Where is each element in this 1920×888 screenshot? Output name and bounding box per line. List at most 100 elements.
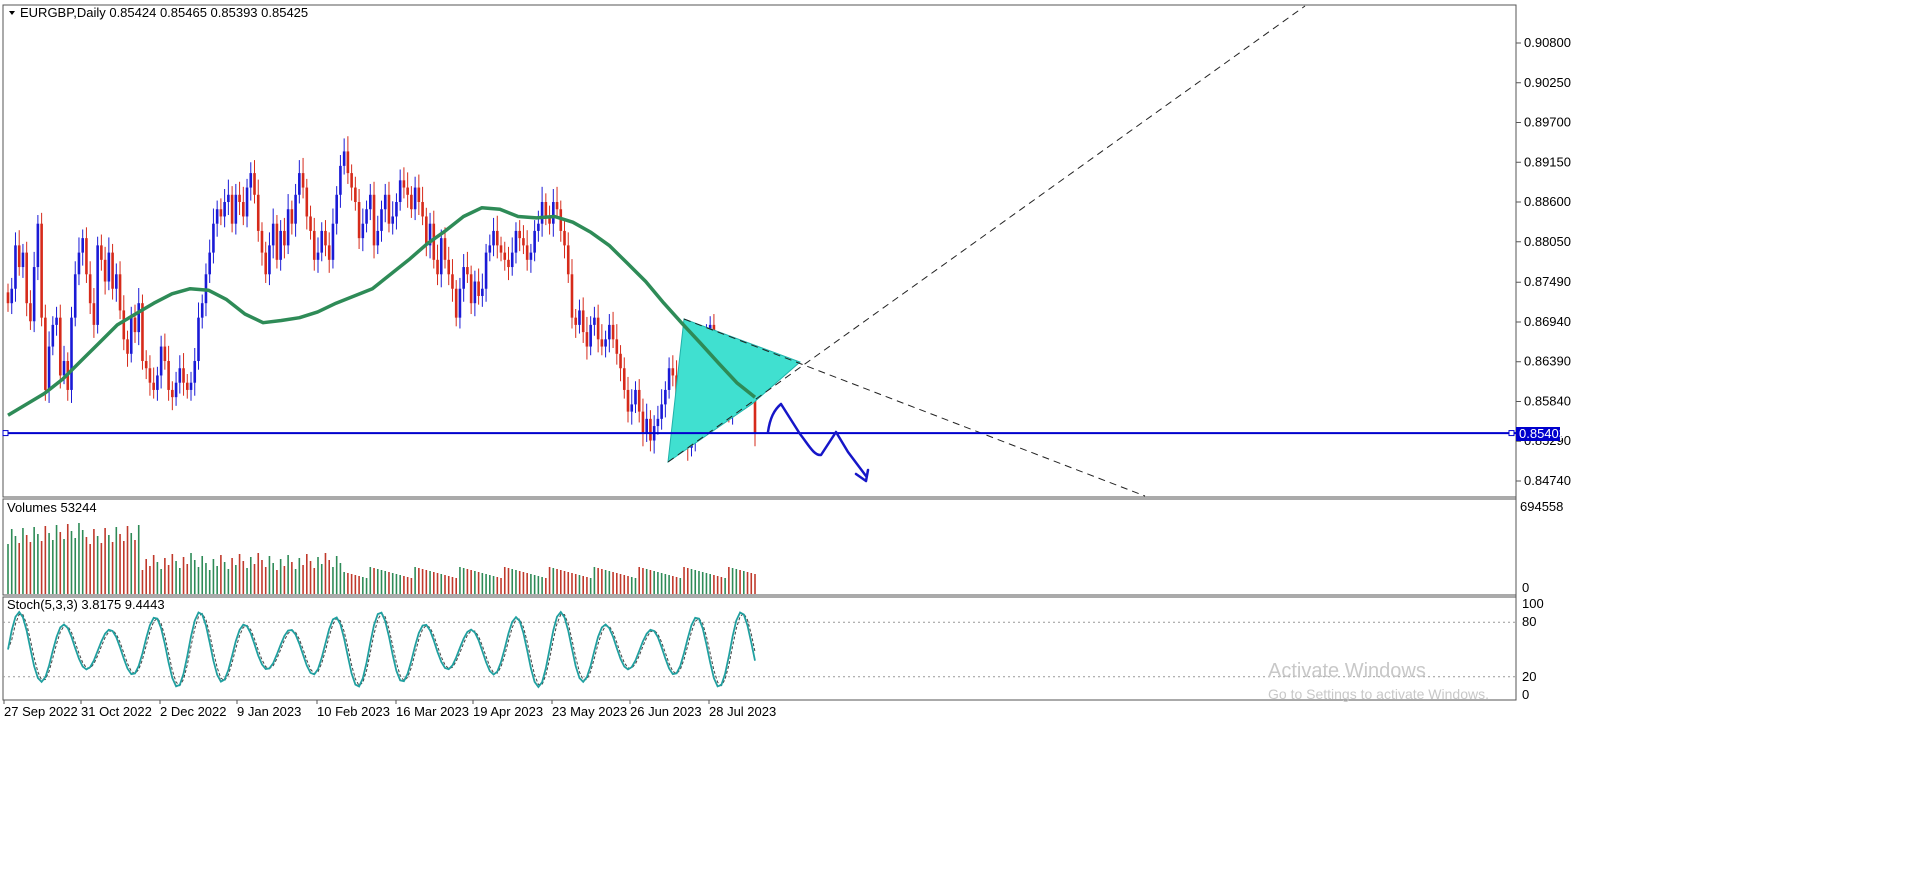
time-tick-label: 28 Jul 2023 [709,704,776,719]
candle-body [77,252,81,275]
candle-body [671,368,675,376]
candle-body [365,209,368,224]
stoch-panel-frame [2,596,1517,701]
time-tick-label: 26 Jun 2023 [630,704,702,719]
candle-body [667,368,671,390]
candle-body [466,267,469,275]
candle-body [447,259,451,275]
candle-body [275,223,279,260]
volumes-label: Volumes 53244 [7,500,97,515]
candle-body [439,238,443,275]
candle-body [25,252,28,304]
candle-body [425,216,428,246]
candle-body [96,245,99,325]
candle-body [499,245,503,253]
candle-body [223,202,226,217]
candle-body [585,332,589,347]
candle-body [537,223,540,231]
candle-body [40,223,43,318]
candle-body [443,238,447,260]
candle-body [421,202,424,217]
candle-body [200,303,204,318]
candle-body [518,230,521,239]
candle-body [458,288,462,318]
candle-body [540,202,544,224]
candle-body [514,230,518,253]
candle-body [604,339,607,347]
candle-body [253,173,256,195]
candle-body [660,404,663,419]
candle-body [354,187,357,203]
candle-body [503,252,507,260]
candle-body [163,346,167,362]
candle-body [361,223,365,239]
stoch-level-label: 0 [1522,687,1529,702]
candle-body [178,368,182,383]
candle-body [17,245,21,268]
candle-body [581,310,585,333]
candle-body [227,194,230,203]
candle-body [264,252,268,275]
price-tick-label: 0.90800 [1524,35,1571,50]
time-axis: 27 Sep 2022 31 Oct 2022 2 Dec 2022 9 Jan 20… [3,700,776,719]
candle-body [619,353,622,369]
candle-body [451,274,454,289]
candle-body [245,187,249,217]
candle-body [469,274,473,304]
candle-body [238,194,241,203]
candle-body [197,317,200,362]
candle-body [410,194,413,210]
candle-body [242,202,245,217]
candle-body [55,317,58,325]
chart-header: EURGBP,Daily 0.85424 0.85465 0.85393 0.8… [20,5,308,20]
candle-body [182,368,185,383]
stoch-label: Stoch(5,3,3) 3.8175 9.4443 [7,597,165,612]
candle-body [372,194,376,246]
candle-body [342,151,346,166]
candle-body [600,339,604,347]
stoch-level-label: 100 [1522,596,1544,611]
candle-body [118,274,122,311]
candle-body [566,245,570,275]
candle-body [488,245,492,253]
candle-body [350,173,353,188]
candle-body [256,194,260,231]
candle-body [171,389,174,398]
candle-body [664,389,667,405]
candle-body [44,317,47,390]
price-tick-label: 0.88050 [1524,234,1571,249]
price-axis: 0.90800 0.90250 0.89700 0.89150 0.88600 0.880… [1516,35,1571,488]
price-tick-label: 0.88600 [1524,194,1571,209]
time-tick-label: 10 Feb 2023 [317,704,390,719]
candle-body [477,281,480,296]
time-tick-label: 19 Apr 2023 [473,704,543,719]
chart: 0.90800 0.90250 0.89700 0.89150 0.88600 0.880… [2,4,1571,719]
candle-body [129,317,133,354]
price-tick-label: 0.89150 [1524,154,1571,169]
candle-body [271,223,275,246]
candle-body [589,324,592,347]
candle-body [608,324,611,340]
candle-body [484,252,488,289]
candle-body [339,165,342,195]
candle-body [6,292,10,304]
candle-body [148,368,152,383]
candle-body [144,361,148,369]
candle-body [312,230,316,260]
candle-body [570,274,574,318]
candle-body [593,317,596,325]
price-tick-label: 0.90250 [1524,75,1571,90]
candle-body [391,216,395,224]
candle-body [29,303,32,322]
candle-body [290,209,294,224]
candle-body [156,375,159,390]
candle-body [167,361,170,390]
candle-body [327,245,331,260]
candle-body [402,180,406,188]
candle-body [473,281,477,304]
candle-body [324,230,327,246]
candle-body [126,339,129,354]
time-tick-label: 31 Oct 2022 [81,704,152,719]
candle-body [279,230,282,260]
candle-body [656,418,660,427]
